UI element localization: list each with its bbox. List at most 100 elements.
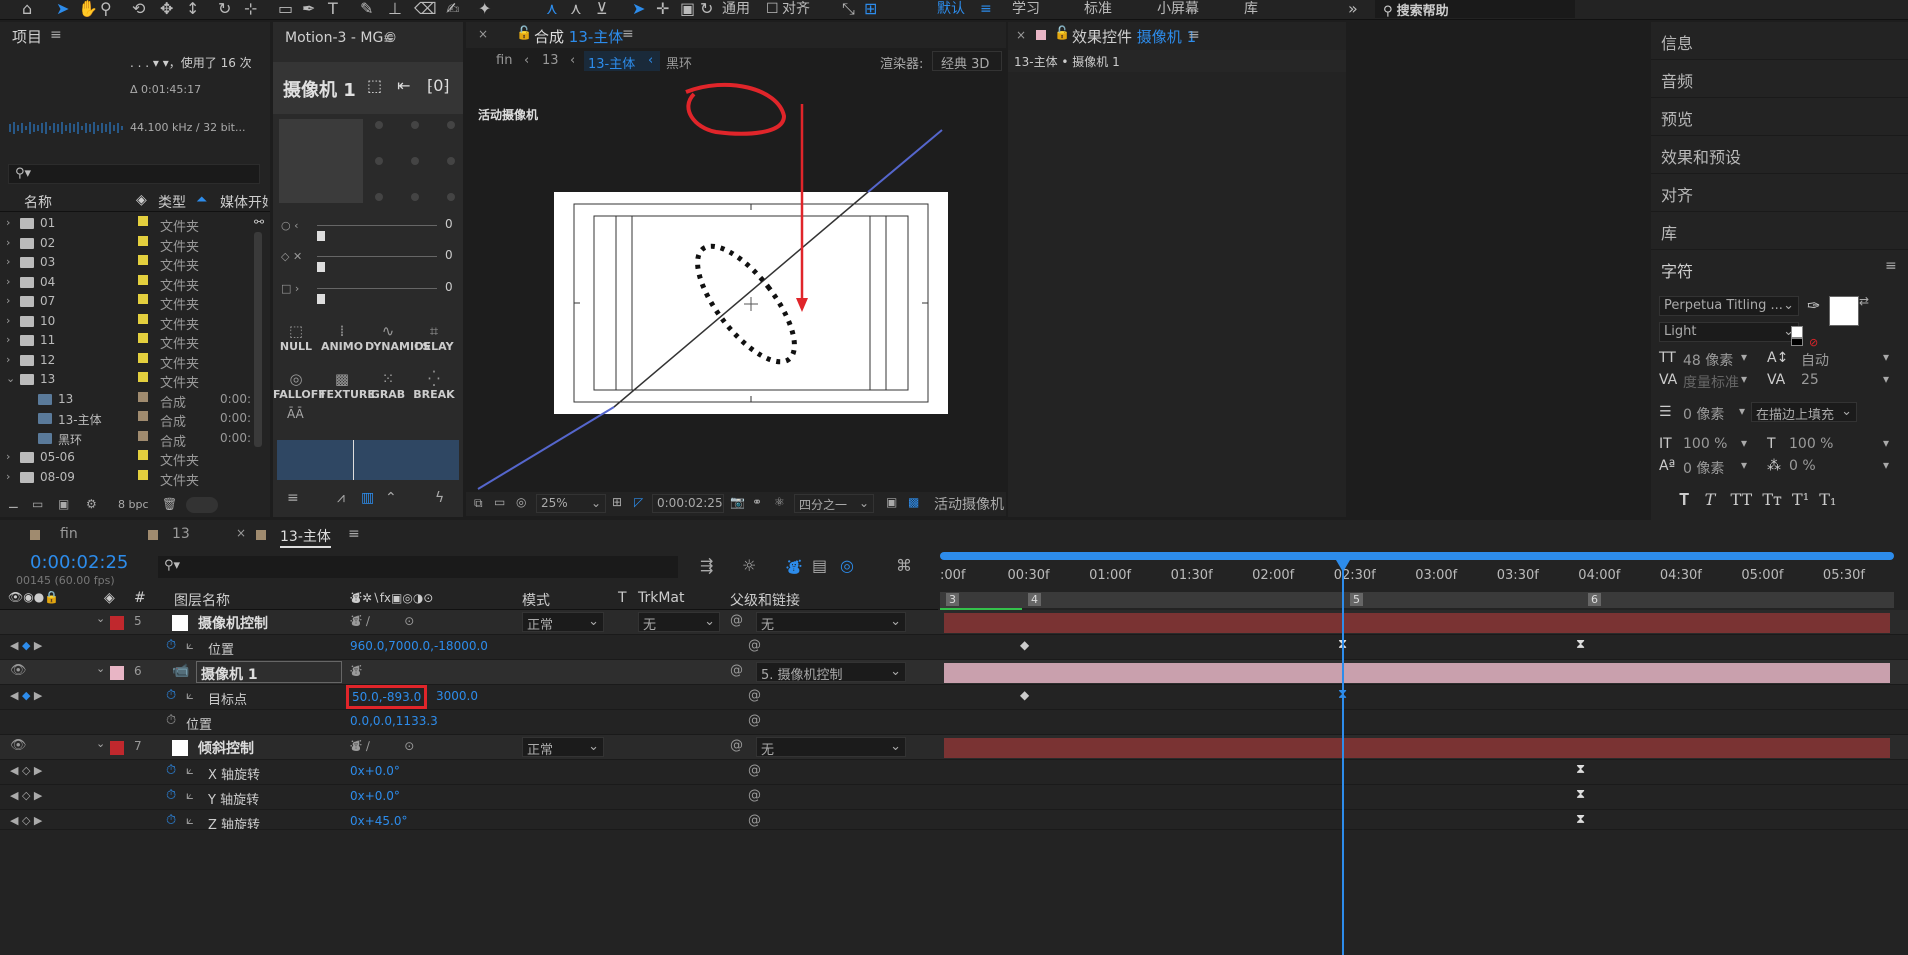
draft3d-icon[interactable]: ☼ <box>742 556 756 575</box>
chevron-right-icon[interactable]: ⌄ <box>6 372 15 385</box>
breadcrumb-fin[interactable]: fin <box>496 53 512 68</box>
layer-row-5[interactable]: ⌄ 5 摄像机控制 ⛇ ∕ ⊙ 正常 ⌄ 无 ⌄ @ 无 ⌄ <box>0 610 1908 635</box>
prop-row-xrot[interactable]: ◀ ◇ ▶ ⏱ ⟀ X 轴旋转 0x+0.0° @ ⧗ <box>0 760 1908 785</box>
av-switches-icon[interactable]: 👁◉●🔒 <box>8 590 59 604</box>
pickwhip-icon[interactable]: @ <box>748 763 761 778</box>
faux-bold-button[interactable]: 𝐓 <box>1679 490 1689 509</box>
pickwhip-icon[interactable]: @ <box>748 688 761 703</box>
slider-row-3[interactable]: □ › 0 <box>281 280 459 310</box>
label-swatch[interactable] <box>138 469 148 480</box>
tracking-value[interactable]: 25 <box>1801 372 1819 388</box>
chevron-down-icon[interactable]: ⌄ <box>96 662 105 675</box>
panel-menu-icon[interactable]: ≡ <box>622 26 634 42</box>
slider-handle[interactable] <box>317 262 325 272</box>
breadcrumb-ring[interactable]: 黑环 <box>666 53 692 72</box>
font-family-dropdown[interactable]: Perpetua Titling ... ⌄ <box>1659 296 1799 316</box>
orbit-tool-icon[interactable]: ⟲ <box>132 0 145 20</box>
resolution-dropdown[interactable]: 四分之一 ⌄ <box>794 494 874 513</box>
hscale-value[interactable]: 100 % <box>1789 436 1833 452</box>
snap-grid-icon[interactable]: ⊞ <box>864 0 877 20</box>
label-swatch[interactable] <box>138 391 148 402</box>
col-type[interactable]: 类型 <box>158 192 186 212</box>
col-t[interactable]: T <box>618 590 627 606</box>
stopwatch-icon[interactable]: ⏱ <box>166 763 176 778</box>
right-panel-item[interactable]: 对齐 <box>1651 174 1908 212</box>
label-swatch[interactable] <box>138 235 148 246</box>
chevron-right-icon[interactable]: › <box>6 450 10 463</box>
anchor-grid[interactable] <box>373 119 457 203</box>
layer-bar[interactable] <box>944 738 1890 758</box>
text-tool-icon[interactable]: ĀĀ <box>287 407 304 421</box>
prop-row-yrot[interactable]: ◀ ◇ ▶ ⏱ ⟀ Y 轴旋转 0x+0.0° @ ⧗ <box>0 785 1908 810</box>
chevron-down-icon[interactable]: ▾ <box>1883 458 1889 472</box>
project-hscroll[interactable] <box>186 497 218 513</box>
type-tool-icon[interactable]: T <box>328 0 338 20</box>
graph-icon[interactable]: ⟀ <box>186 763 194 778</box>
timeline-tab-main[interactable]: 13-主体 <box>280 526 331 548</box>
prop-row-zrot[interactable]: ◀ ◇ ▶ ⏱ ⟀ Z 轴旋转 0x+45.0° @ ⧗ <box>0 810 1908 830</box>
color-channel-icon[interactable]: ⚛ <box>774 495 785 509</box>
label-swatch[interactable] <box>138 411 148 421</box>
work-area-bar[interactable] <box>940 552 1894 560</box>
faux-italic-button[interactable]: T <box>1705 490 1716 509</box>
chevron-right-icon[interactable]: › <box>6 314 10 327</box>
brush-tool-icon[interactable]: ✎ <box>360 0 373 20</box>
keyframe[interactable]: ⧗ <box>1576 787 1585 802</box>
search-help-field[interactable]: ⚲ 搜索帮助 <box>1375 0 1575 19</box>
mode-dropdown[interactable]: 正常 ⌄ <box>522 737 604 758</box>
graph-editor-icon[interactable]: ⌘ <box>896 556 912 575</box>
label-col-icon[interactable]: ◈ <box>104 590 115 606</box>
leading-value[interactable]: 自动 <box>1801 350 1829 370</box>
workspace-menu-icon[interactable]: ≡ <box>980 0 992 20</box>
keyframe[interactable]: ◆ <box>1020 638 1029 652</box>
pickwhip-icon[interactable]: @ <box>748 788 761 803</box>
col-layer-name[interactable]: 图层名称 <box>174 590 230 610</box>
layer-switches-icon[interactable]: ⛇ <box>350 663 362 680</box>
puppet-tool-icon[interactable]: ✦ <box>478 0 491 20</box>
lock-icon[interactable]: 🔓 <box>516 26 532 41</box>
zoom-tool-icon[interactable]: ⚲ <box>100 0 112 20</box>
subscript-button[interactable]: T₁ <box>1819 490 1836 509</box>
timeline-timecode[interactable]: 0:00:02:25 <box>30 552 128 573</box>
marker-3[interactable]: 3 <box>946 593 959 606</box>
monitor-icon[interactable]: ▭ <box>494 495 505 509</box>
chevron-right-icon[interactable]: › <box>6 275 10 288</box>
col-name[interactable]: 名称 <box>24 192 52 212</box>
keyframe[interactable]: ⧗ <box>1576 812 1585 827</box>
chevron-down-icon[interactable]: ⌄ <box>96 737 105 750</box>
axis-world-icon[interactable]: ⋏ <box>570 0 582 20</box>
right-panel-item[interactable]: 效果和预设 <box>1651 136 1908 174</box>
label-swatch[interactable] <box>138 333 148 343</box>
label-swatch[interactable] <box>138 372 148 382</box>
marker-5[interactable]: 5 <box>1350 593 1363 606</box>
chevron-right-icon[interactable]: › <box>6 353 10 366</box>
mode-dropdown[interactable]: 正常 ⌄ <box>522 612 604 633</box>
frame-blend-icon[interactable]: ▤ <box>812 556 827 575</box>
label-swatch[interactable] <box>110 741 124 755</box>
visibility-icon[interactable]: 👁 <box>10 738 27 753</box>
chevron-right-icon[interactable]: › <box>6 333 10 346</box>
motion-tool-animo[interactable]: ⁞ ANIMO <box>319 322 365 353</box>
right-panel-item[interactable]: 信息 <box>1651 22 1908 60</box>
motion-tool-grab[interactable]: ⁙ GRAB <box>365 370 411 401</box>
switches-icons[interactable]: ⛇✲∖fx▣◎◑⊙ <box>350 590 433 607</box>
chevron-right-icon[interactable]: › <box>6 236 10 249</box>
chevron-right-icon[interactable]: › <box>6 470 10 483</box>
pickwhip-icon[interactable]: @ <box>748 638 761 653</box>
layer-bar[interactable] <box>944 663 1890 683</box>
no-fill-icon[interactable]: ⊘ <box>1809 336 1818 349</box>
motion-tool-dynamics[interactable]: ∿ DYNAMICS <box>365 322 430 353</box>
eraser-tool-icon[interactable]: ⌫ <box>414 0 437 20</box>
label-swatch[interactable] <box>138 255 148 265</box>
col-trkmat[interactable]: TrkMat <box>638 590 685 606</box>
slider-handle[interactable] <box>317 231 325 241</box>
anchor-tool-icon[interactable]: ⊹ <box>244 0 257 20</box>
curve-icon[interactable]: ⩘ <box>337 490 345 506</box>
panel-menu-icon[interactable]: ≡ <box>383 31 395 47</box>
graph-icon[interactable]: ⟀ <box>186 788 194 803</box>
comp-timecode[interactable]: 0:00:02:25 <box>652 494 724 513</box>
right-panel-item[interactable]: 预览 <box>1651 98 1908 136</box>
timeline-search-input[interactable]: ⚲▾ <box>158 556 678 578</box>
roto-tool-icon[interactable]: ✍ <box>446 0 459 20</box>
trash-icon[interactable]: 🗑 <box>162 497 177 511</box>
